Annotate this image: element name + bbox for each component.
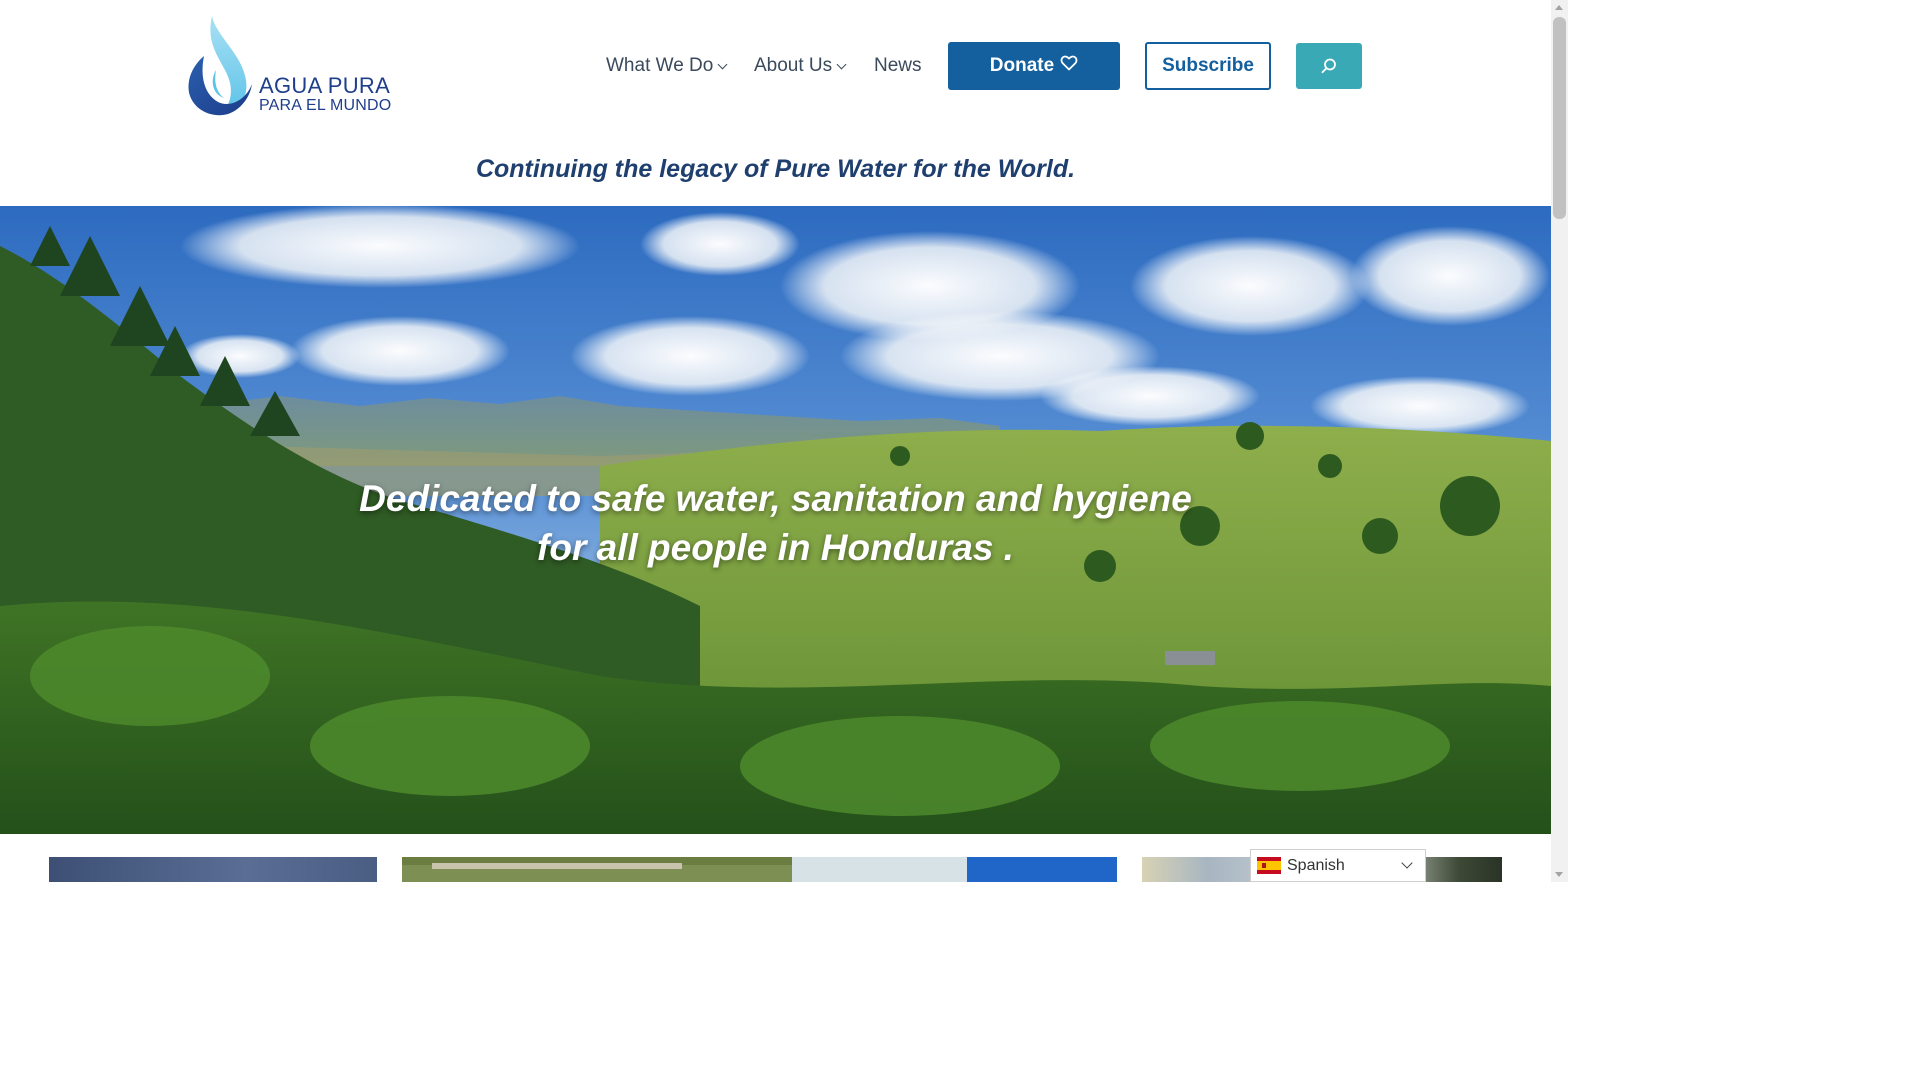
nav-item-label: What We Do (606, 55, 714, 76)
page-scrollbar[interactable] (1551, 0, 1568, 882)
hero-banner: Dedicated to safe water, sanitation and … (0, 206, 1551, 834)
donate-button[interactable]: Donate (948, 42, 1120, 90)
site-tagline: Continuing the legacy of Pure Water for … (475, 155, 1076, 183)
hero-headline: Dedicated to safe water, sanitation and … (0, 474, 1551, 572)
scrollbar-thumb[interactable] (1553, 17, 1566, 219)
chevron-down-icon (1401, 857, 1413, 869)
feature-card-image[interactable] (402, 857, 1117, 882)
scroll-up-arrow-icon[interactable] (1555, 5, 1563, 10)
hero-headline-line2: for all people in Honduras . (537, 527, 1014, 568)
logo-name-line2: PARA EL MUNDO (259, 97, 392, 114)
scroll-down-arrow-icon[interactable] (1555, 872, 1563, 877)
nav-item-what-we-do[interactable]: What We Do (606, 52, 728, 80)
subscribe-label: Subscribe (1162, 55, 1254, 76)
water-drop-icon (188, 16, 252, 116)
nav-item-label: About Us (754, 55, 833, 76)
search-icon (1321, 58, 1336, 74)
language-selected-label: Spanish (1287, 856, 1345, 874)
site-header: AGUA PURA PARA EL MUNDO What We Do About… (0, 0, 1551, 206)
donate-label: Donate (989, 55, 1055, 76)
nav-item-news[interactable]: News (874, 52, 922, 80)
subscribe-button[interactable]: Subscribe (1145, 42, 1271, 90)
chevron-down-icon (836, 59, 847, 69)
heart-icon (1060, 55, 1078, 77)
spain-flag-icon (1257, 857, 1281, 874)
logo-name-line1: AGUA PURA (259, 73, 391, 98)
hero-headline-line1: Dedicated to safe water, sanitation and … (359, 478, 1192, 519)
chevron-down-icon (717, 59, 728, 69)
site-logo[interactable]: AGUA PURA PARA EL MUNDO (186, 14, 396, 120)
feature-card-image[interactable] (49, 857, 377, 882)
page: AGUA PURA PARA EL MUNDO What We Do About… (0, 0, 1568, 882)
language-selector[interactable]: Spanish (1250, 849, 1426, 882)
search-button[interactable] (1296, 43, 1362, 89)
nav-item-about-us[interactable]: About Us (754, 52, 847, 80)
nav-item-label: News (874, 55, 922, 76)
